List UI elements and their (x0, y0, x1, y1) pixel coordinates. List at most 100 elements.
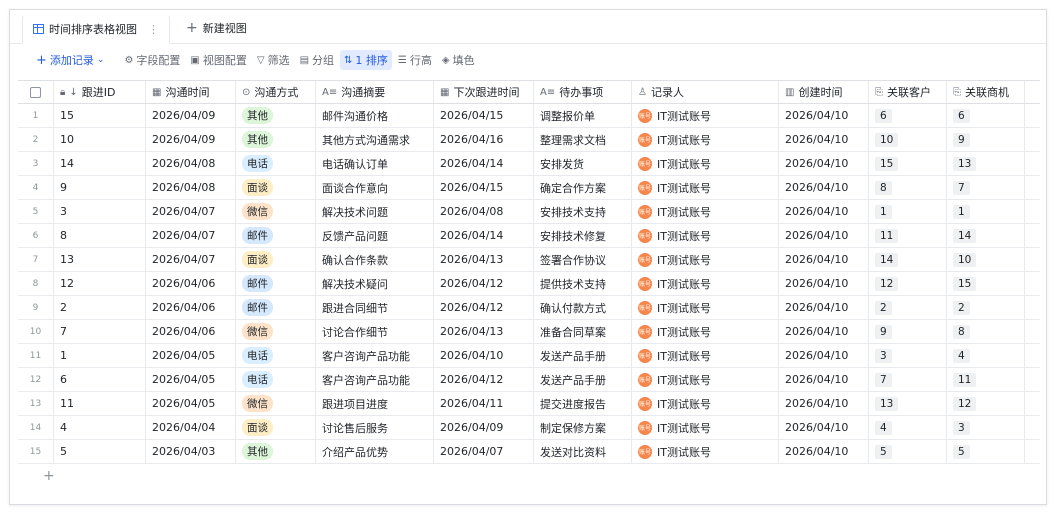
filter-button[interactable]: ▽ 筛选 (253, 50, 294, 70)
cell-comm-time[interactable]: 2026/04/06 (146, 296, 236, 319)
cell-linked-customer[interactable]: 2 (869, 296, 947, 319)
cell-created-time[interactable]: 2026/04/10 (779, 416, 869, 439)
cell-summary[interactable]: 客户咨询产品功能 (316, 344, 434, 367)
cell-next-time[interactable]: 2026/04/14 (434, 152, 534, 175)
cell-created-time[interactable]: 2026/04/10 (779, 176, 869, 199)
cell-comm-time[interactable]: 2026/04/09 (146, 128, 236, 151)
cell-follow-id[interactable]: 5 (54, 440, 146, 463)
column-header-recorder[interactable]: ♙ 记录人 (632, 81, 779, 103)
cell-created-time[interactable]: 2026/04/10 (779, 368, 869, 391)
cell-comm-method[interactable]: 面谈 (236, 248, 316, 271)
cell-follow-id[interactable]: 2 (54, 296, 146, 319)
select-all-checkbox[interactable] (18, 81, 54, 103)
cell-linked-opportunity[interactable]: 1 (947, 200, 1025, 223)
cell-summary[interactable]: 确认合作条款 (316, 248, 434, 271)
cell-comm-method[interactable]: 其他 (236, 128, 316, 151)
cell-next-time[interactable]: 2026/04/13 (434, 248, 534, 271)
table-row[interactable]: 3 14 2026/04/08 电话 电话确认订单 2026/04/14 安排发货 账号 IT测… (18, 152, 1040, 176)
cell-recorder[interactable]: 账号 IT测试账号 (632, 320, 779, 343)
cell-todo[interactable]: 提交进度报告 (534, 392, 632, 415)
cell-comm-method[interactable]: 其他 (236, 440, 316, 463)
cell-linked-customer[interactable]: 7 (869, 368, 947, 391)
cell-summary[interactable]: 解决技术问题 (316, 200, 434, 223)
column-header-summary[interactable]: A≡ 沟通摘要 (316, 81, 434, 103)
cell-next-time[interactable]: 2026/04/15 (434, 176, 534, 199)
cell-linked-customer[interactable]: 9 (869, 320, 947, 343)
cell-follow-id[interactable]: 6 (54, 368, 146, 391)
table-row[interactable]: 2 10 2026/04/09 其他 其他方式沟通需求 2026/04/16 整理需求文档账… (18, 128, 1040, 152)
cell-summary[interactable]: 客户咨询产品功能 (316, 368, 434, 391)
cell-todo[interactable]: 安排技术修复 (534, 224, 632, 247)
cell-created-time[interactable]: 2026/04/10 (779, 344, 869, 367)
cell-summary[interactable]: 邮件沟通价格 (316, 104, 434, 127)
table-row[interactable]: 13 11 2026/04/05 微信 跟进项目进度 2026/04/11 提交进度报告 账号… (18, 392, 1040, 416)
cell-next-time[interactable]: 2026/04/07 (434, 440, 534, 463)
cell-comm-time[interactable]: 2026/04/05 (146, 344, 236, 367)
cell-todo[interactable]: 发送对比资料 (534, 440, 632, 463)
cell-recorder[interactable]: 账号 IT测试账号 (632, 296, 779, 319)
cell-linked-customer[interactable]: 13 (869, 392, 947, 415)
cell-linked-opportunity[interactable]: 12 (947, 392, 1025, 415)
cell-todo[interactable]: 发送产品手册 (534, 344, 632, 367)
cell-summary[interactable]: 其他方式沟通需求 (316, 128, 434, 151)
cell-todo[interactable]: 提供技术支持 (534, 272, 632, 295)
cell-created-time[interactable]: 2026/04/10 (779, 440, 869, 463)
cell-linked-customer[interactable]: 15 (869, 152, 947, 175)
cell-next-time[interactable]: 2026/04/15 (434, 104, 534, 127)
cell-linked-customer[interactable]: 1 (869, 200, 947, 223)
cell-comm-time[interactable]: 2026/04/07 (146, 224, 236, 247)
add-record-button[interactable]: + 添加记录 ⌄ (32, 50, 108, 70)
cell-todo[interactable]: 签署合作协议 (534, 248, 632, 271)
cell-summary[interactable]: 介绍产品优势 (316, 440, 434, 463)
cell-follow-id[interactable]: 8 (54, 224, 146, 247)
cell-todo[interactable]: 确认付款方式 (534, 296, 632, 319)
cell-todo[interactable]: 准备合同草案 (534, 320, 632, 343)
table-row[interactable]: 11 1 2026/04/05 电话 客户咨询产品功能 2026/04/10 发送产品手册账… (18, 344, 1040, 368)
cell-follow-id[interactable]: 3 (54, 200, 146, 223)
more-icon[interactable]: ⋮ (148, 23, 159, 36)
cell-recorder[interactable]: 账号 IT测试账号 (632, 248, 779, 271)
tab-time-sort-view[interactable]: 时间排序表格视图 ⋮ (22, 14, 170, 44)
cell-linked-customer[interactable]: 3 (869, 344, 947, 367)
table-row[interactable]: 15 5 2026/04/03 其他 介绍产品优势 2026/04/07 发送对比资料 账号 I… (18, 440, 1040, 464)
table-row[interactable]: 4 9 2026/04/08 面谈 面谈合作意向 2026/04/15 确定合作方案 账号 IT… (18, 176, 1040, 200)
cell-linked-opportunity[interactable]: 9 (947, 128, 1025, 151)
cell-next-time[interactable]: 2026/04/12 (434, 296, 534, 319)
cell-created-time[interactable]: 2026/04/10 (779, 392, 869, 415)
cell-linked-opportunity[interactable]: 15 (947, 272, 1025, 295)
cell-linked-customer[interactable]: 4 (869, 416, 947, 439)
cell-created-time[interactable]: 2026/04/10 (779, 128, 869, 151)
cell-follow-id[interactable]: 4 (54, 416, 146, 439)
cell-next-time[interactable]: 2026/04/08 (434, 200, 534, 223)
cell-comm-method[interactable]: 邮件 (236, 296, 316, 319)
cell-linked-opportunity[interactable]: 13 (947, 152, 1025, 175)
cell-comm-time[interactable]: 2026/04/07 (146, 200, 236, 223)
cell-next-time[interactable]: 2026/04/12 (434, 368, 534, 391)
cell-linked-opportunity[interactable]: 4 (947, 344, 1025, 367)
cell-comm-time[interactable]: 2026/04/06 (146, 272, 236, 295)
cell-recorder[interactable]: 账号 IT测试账号 (632, 128, 779, 151)
cell-linked-opportunity[interactable]: 11 (947, 368, 1025, 391)
cell-summary[interactable]: 电话确认订单 (316, 152, 434, 175)
cell-comm-method[interactable]: 微信 (236, 200, 316, 223)
tab-new-view[interactable]: + 新建视图 (176, 13, 257, 43)
cell-follow-id[interactable]: 13 (54, 248, 146, 271)
cell-next-time[interactable]: 2026/04/14 (434, 224, 534, 247)
cell-follow-id[interactable]: 10 (54, 128, 146, 151)
cell-created-time[interactable]: 2026/04/10 (779, 152, 869, 175)
cell-comm-method[interactable]: 电话 (236, 344, 316, 367)
cell-linked-opportunity[interactable]: 7 (947, 176, 1025, 199)
cell-created-time[interactable]: 2026/04/10 (779, 320, 869, 343)
cell-summary[interactable]: 反馈产品问题 (316, 224, 434, 247)
cell-comm-time[interactable]: 2026/04/05 (146, 368, 236, 391)
cell-summary[interactable]: 解决技术疑问 (316, 272, 434, 295)
cell-recorder[interactable]: 账号 IT测试账号 (632, 368, 779, 391)
cell-recorder[interactable]: 账号 IT测试账号 (632, 440, 779, 463)
view-config-button[interactable]: ▣ 视图配置 (186, 50, 250, 70)
fill-color-button[interactable]: ◈ 填色 (438, 50, 479, 70)
column-header-next-time[interactable]: ▦ 下次跟进时间 (434, 81, 534, 103)
column-header-linked-customer[interactable]: ⎘ 关联客户 (869, 81, 947, 103)
cell-recorder[interactable]: 账号 IT测试账号 (632, 200, 779, 223)
cell-recorder[interactable]: 账号 IT测试账号 (632, 176, 779, 199)
cell-follow-id[interactable]: 11 (54, 392, 146, 415)
